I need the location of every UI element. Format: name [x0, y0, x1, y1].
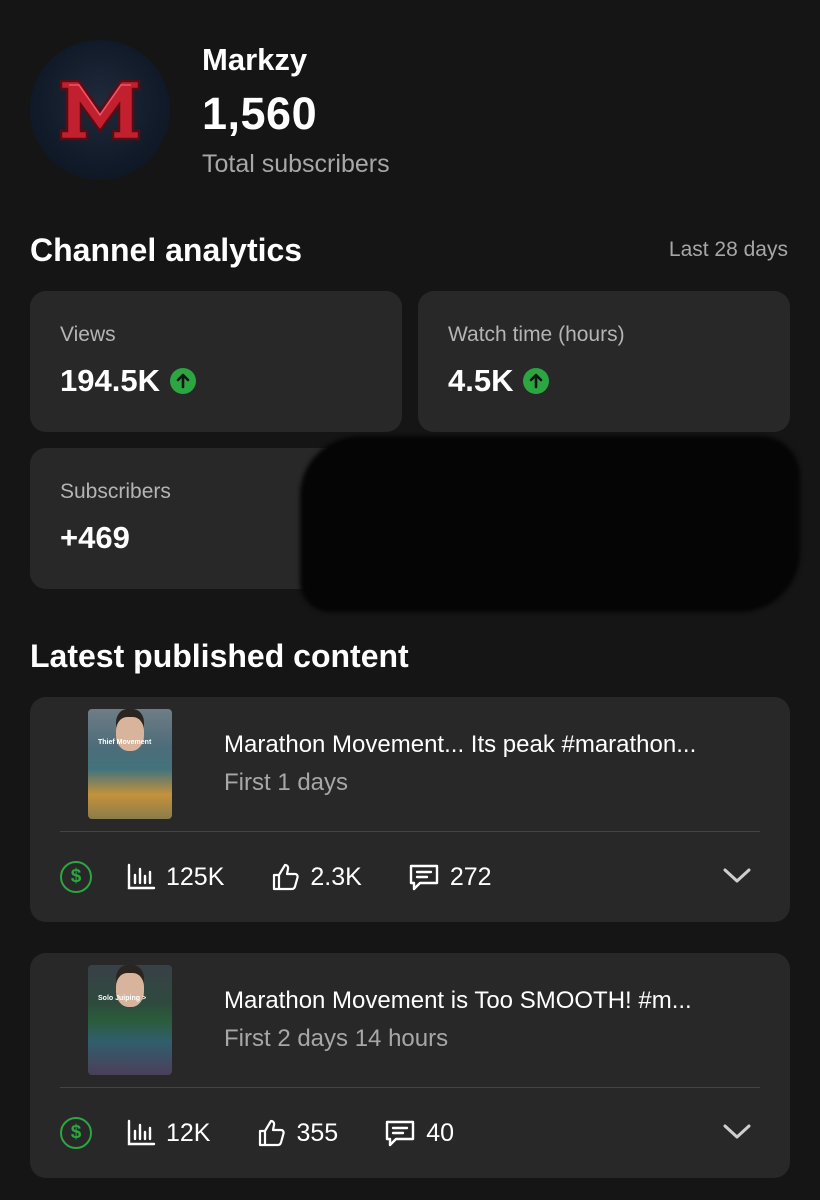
total-subscribers-label: Total subscribers [202, 150, 390, 178]
likes-stat: 2.3K [270, 862, 362, 892]
video-period: First 2 days 14 hours [224, 1025, 449, 1052]
metric-value: 4.5K [448, 363, 550, 399]
metric-value: +469 [60, 520, 130, 556]
content-item[interactable]: Thief Movement Marathon Movement... Its … [30, 697, 790, 922]
dollar-circle-icon: $ [60, 861, 92, 893]
thumbnail-caption: Thief Movement [98, 739, 152, 746]
video-thumbnail[interactable]: Thief Movement [88, 709, 172, 819]
date-range-label[interactable]: Last 28 days [669, 238, 788, 262]
latest-content-title: Latest published content [30, 638, 409, 674]
likes-count: 2.3K [310, 862, 362, 891]
metric-label: Watch time (hours) [448, 323, 625, 346]
bar-chart-icon [127, 863, 156, 890]
video-stats-row: $ 125K 2.3K 272 [60, 859, 492, 895]
comment-icon [386, 1120, 415, 1147]
watch-time-card[interactable]: Watch time (hours) 4.5K [418, 291, 790, 432]
thumbs-up-icon [273, 863, 300, 891]
channel-analytics-title: Channel analytics [30, 232, 303, 268]
views-stat: 125K [126, 863, 224, 892]
views-stat: 12K [126, 1119, 210, 1148]
thumbnail-caption: Solo Juiping > [98, 995, 147, 1002]
channel-avatar[interactable] [30, 40, 170, 180]
comments-stat: 40 [384, 1118, 454, 1148]
subscribers-gain-value: +469 [60, 520, 130, 555]
metric-label: Subscribers [60, 480, 171, 503]
trend-up-icon [169, 368, 196, 394]
metric-label: Views [60, 323, 116, 346]
divider [60, 831, 760, 832]
m-logo-icon [59, 79, 141, 141]
likes-stat: 355 [256, 1118, 338, 1148]
chevron-down-icon[interactable] [722, 863, 752, 887]
total-subscribers-count: 1,560 [202, 88, 318, 139]
comments-count: 272 [449, 862, 492, 891]
bar-chart-icon [127, 1119, 156, 1146]
views-count: 125K [166, 862, 225, 891]
views-value: 194.5K [60, 363, 160, 398]
channel-dashboard: Markzy 1,560 Total subscribers Channel a… [0, 0, 820, 1200]
likes-count: 355 [296, 1118, 339, 1147]
video-thumbnail[interactable]: Solo Juiping > [88, 965, 172, 1075]
channel-name: Markzy [202, 42, 308, 77]
views-count: 12K [166, 1118, 211, 1147]
video-title[interactable]: Marathon Movement... Its peak #marathon.… [224, 731, 774, 759]
video-period: First 1 days [224, 769, 349, 796]
content-item[interactable]: Solo Juiping > Marathon Movement is Too … [30, 953, 790, 1178]
chevron-down-icon[interactable] [722, 1119, 752, 1143]
divider [60, 1087, 760, 1088]
thumbs-up-icon [259, 1119, 286, 1147]
comments-stat: 272 [408, 862, 492, 892]
comment-icon [409, 864, 439, 891]
trend-up-icon [523, 368, 550, 394]
redaction-scribble [300, 436, 800, 612]
views-card[interactable]: Views 194.5K [30, 291, 402, 432]
video-title[interactable]: Marathon Movement is Too SMOOTH! #m... [224, 987, 774, 1015]
dollar-circle-icon: $ [60, 1117, 92, 1149]
video-stats-row: $ 12K 355 40 [60, 1115, 454, 1151]
metric-value: 194.5K [60, 363, 196, 399]
comments-count: 40 [426, 1118, 455, 1147]
watch-time-value: 4.5K [448, 363, 514, 398]
